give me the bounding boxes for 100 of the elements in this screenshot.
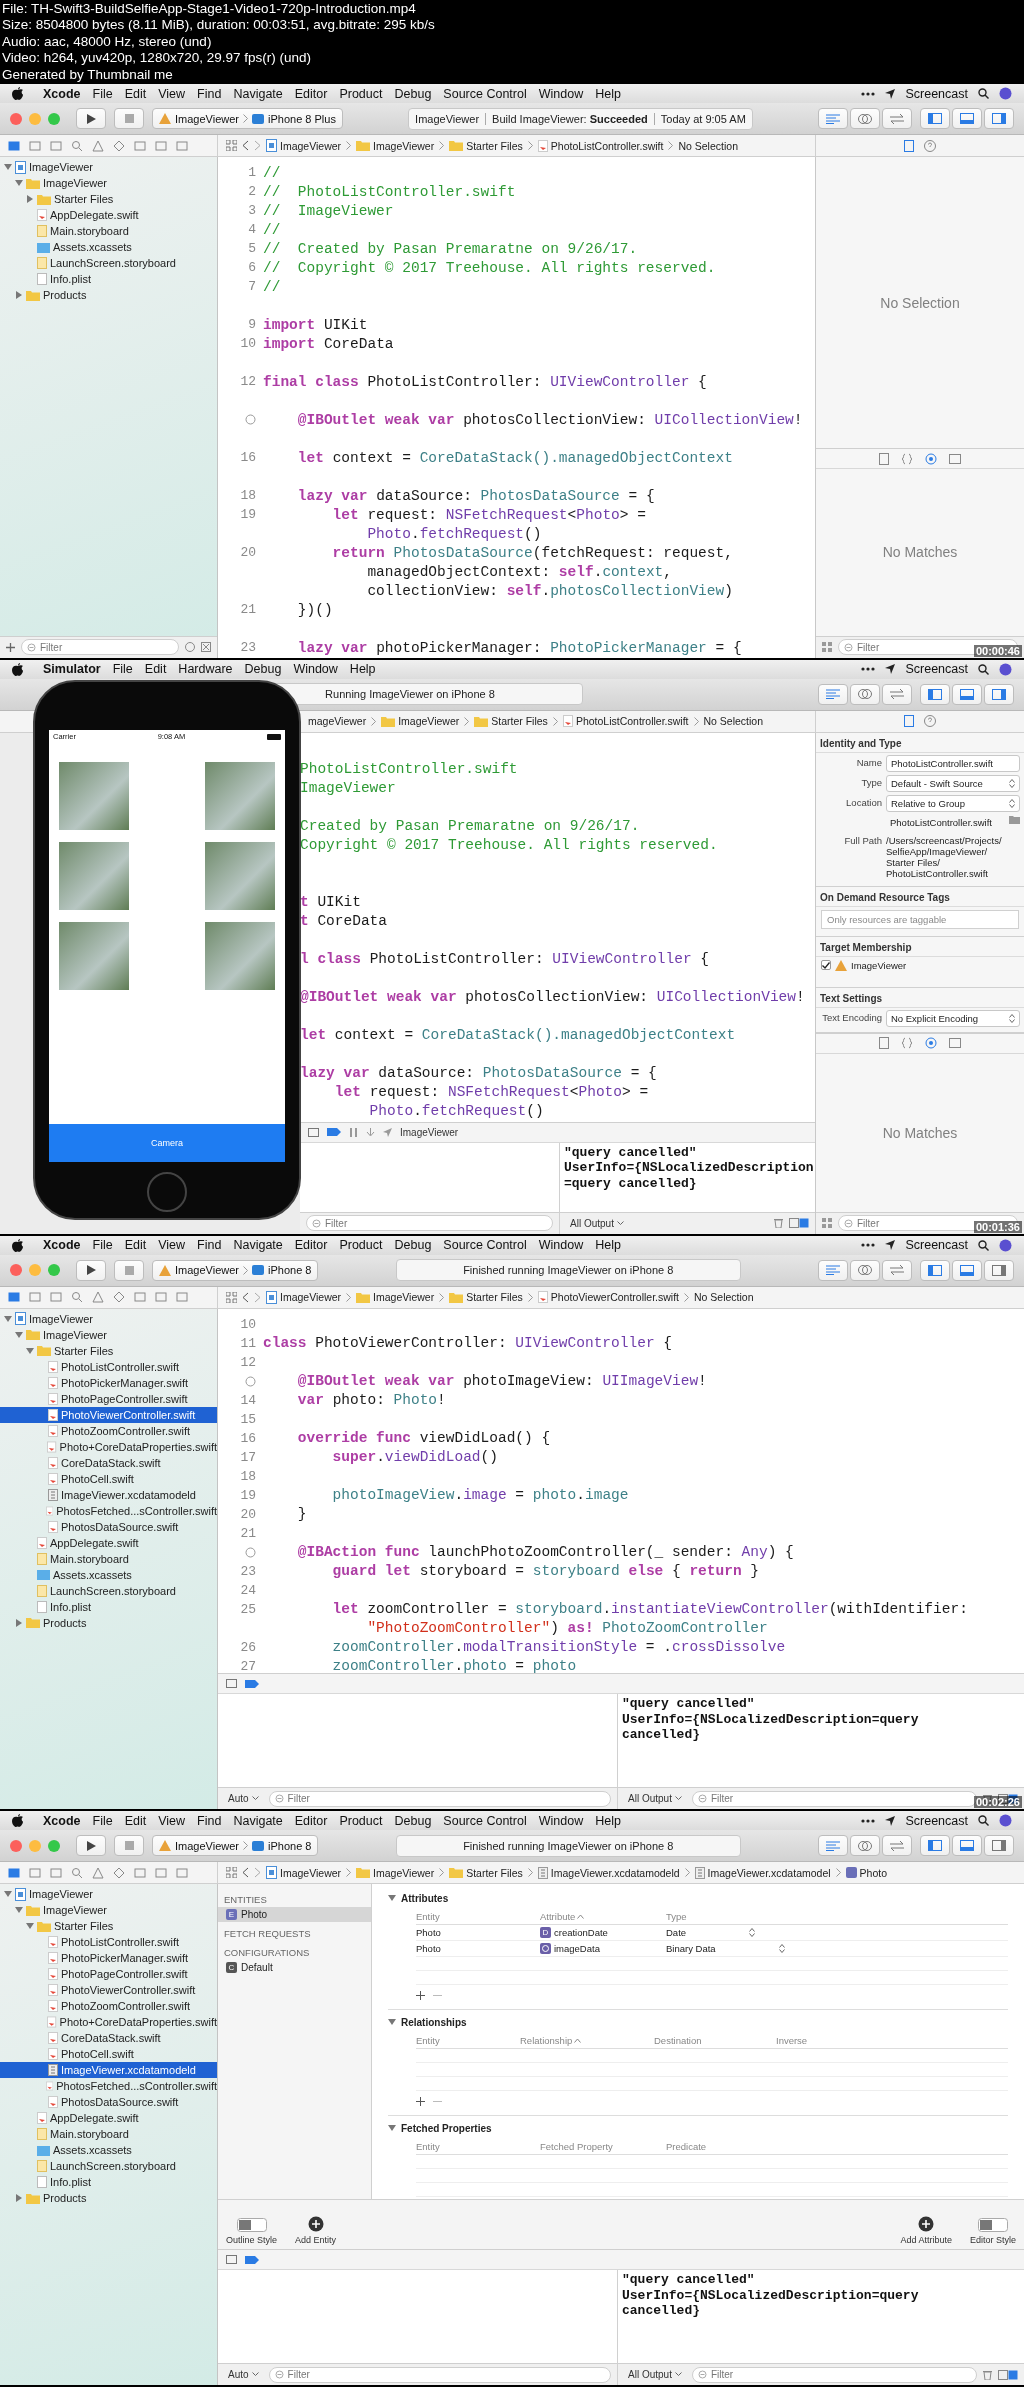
menu-item[interactable]: Product <box>339 86 383 101</box>
output-menu[interactable]: All Output <box>566 1216 628 1230</box>
menu-item[interactable]: Source Control <box>443 86 527 101</box>
menu-item[interactable]: Window <box>538 1238 584 1252</box>
file-tree-item[interactable]: PhotoListController.swift <box>0 1358 217 1375</box>
jump-bar-item[interactable]: Starter Files <box>474 715 548 728</box>
menu-item[interactable]: Window <box>538 1813 584 1828</box>
column-header[interactable]: Fetched Property <box>540 2140 613 2152</box>
filter-field[interactable]: Filter <box>691 2366 977 2383</box>
file-tree-item[interactable]: Photo+CoreDataProperties.swift <box>0 2014 217 2031</box>
camera-button[interactable]: Camera <box>49 1123 285 1162</box>
output-menu[interactable]: All Output <box>624 1792 686 1806</box>
file-tree-item[interactable]: LaunchScreen.storyboard <box>0 1582 217 1599</box>
file-tree-item[interactable]: PhotoPageController.swift <box>0 1390 217 1407</box>
file-tree-item[interactable]: PhotoZoomController.swift <box>0 1422 217 1439</box>
filter-field[interactable]: Filter <box>268 2366 611 2383</box>
file-tree-item[interactable]: PhotoCell.swift <box>0 2046 217 2063</box>
menu-item[interactable]: Screencast <box>905 86 968 101</box>
jump-bar-item[interactable]: Starter Files <box>449 1291 523 1303</box>
file-tree-item[interactable]: ImageViewer <box>0 1902 217 1919</box>
menu-item[interactable]: View <box>158 86 186 101</box>
menu-item[interactable]: Xcode <box>43 1238 81 1252</box>
file-tree-item[interactable]: PhotosDataSource.swift <box>0 1518 217 1535</box>
menu-item[interactable]: Debug <box>244 662 282 677</box>
menu-item[interactable]: Simulator <box>43 662 101 677</box>
menu-item[interactable]: Edit <box>124 1813 147 1828</box>
add-tool-button[interactable]: Add Attribute <box>900 2216 952 2245</box>
menu-item[interactable]: Window <box>538 86 584 101</box>
file-tree-item[interactable]: Starter Files <box>0 1342 217 1359</box>
jump-bar-item[interactable]: Starter Files <box>449 1866 523 1879</box>
file-tree-item[interactable]: CoreDataStack.swift <box>0 2030 217 2047</box>
jump-bar-item[interactable]: mageViewer <box>308 715 367 728</box>
column-header[interactable]: Relationship <box>520 2034 573 2046</box>
menu-item[interactable]: Xcode <box>43 86 81 101</box>
jump-bar-item[interactable]: PhotoListController.swift <box>537 139 664 152</box>
jump-bar-item[interactable]: Photo <box>845 1866 888 1879</box>
entity-item[interactable]: E Photo <box>218 1907 371 1923</box>
popup-menu[interactable]: No Explicit Encoding <box>886 1009 1020 1027</box>
file-tree-item[interactable]: PhotosFetched...sController.swift <box>0 1502 217 1519</box>
file-tree-item[interactable]: Starter Files <box>0 1918 217 1935</box>
menu-item[interactable]: Editor <box>294 1238 328 1252</box>
file-tree-item[interactable]: PhotoCell.swift <box>0 1470 217 1487</box>
filter-field[interactable]: Filter <box>691 1790 977 1807</box>
file-tree-item[interactable]: PhotoPickerManager.swift <box>0 1950 217 1967</box>
menu-item[interactable]: Screencast <box>905 662 968 677</box>
menu-item[interactable]: View <box>158 1238 186 1252</box>
menu-item[interactable]: Debug <box>394 86 432 101</box>
filter-field[interactable]: Filter <box>306 1215 553 1231</box>
file-tree-item[interactable]: Info.plist <box>0 2174 217 2191</box>
scheme-selector[interactable]: ImageViewer iPhone 8 Plus <box>152 108 343 129</box>
jump-bar-item[interactable]: ImageViewer <box>381 715 460 728</box>
menu-item[interactable]: Help <box>595 1813 621 1828</box>
jump-bar-item[interactable]: ImageViewer <box>356 1866 435 1879</box>
menu-item[interactable]: Debug <box>394 1238 432 1252</box>
column-header[interactable]: Destination <box>654 2034 702 2046</box>
entity-item[interactable]: C Default <box>218 1960 371 1976</box>
column-header[interactable]: Entity <box>416 1910 440 1922</box>
file-tree-item[interactable]: Products <box>0 2190 217 2207</box>
menu-item[interactable]: Window <box>293 662 338 677</box>
jump-bar-item[interactable]: ImageViewer <box>266 1866 342 1880</box>
file-tree-item[interactable]: ImageViewer <box>0 159 217 175</box>
jump-bar-item[interactable]: ImageViewer <box>356 139 435 152</box>
menu-item[interactable]: File <box>92 1813 113 1828</box>
file-tree-item[interactable]: PhotoPickerManager.swift <box>0 1374 217 1391</box>
file-tree-item[interactable]: Main.storyboard <box>0 223 217 239</box>
menu-item[interactable]: Edit <box>144 662 167 677</box>
file-tree-item[interactable]: ImageViewer <box>0 1310 217 1327</box>
column-header[interactable]: Entity <box>416 2140 440 2152</box>
menu-item[interactable]: Source Control <box>443 1813 527 1828</box>
menu-item[interactable]: Find <box>197 1813 222 1828</box>
menu-item[interactable]: Editor <box>294 1813 328 1828</box>
file-tree-item[interactable]: PhotoZoomController.swift <box>0 1998 217 2015</box>
menu-item[interactable]: Find <box>197 1238 222 1252</box>
jump-bar-item[interactable]: No Selection <box>703 715 764 728</box>
jump-bar-item[interactable]: ImageViewer.xcdatamodel <box>694 1866 831 1879</box>
file-tree-item[interactable]: ImageViewer.xcdatamodeld <box>0 2062 217 2079</box>
file-tree-item[interactable]: PhotosDataSource.swift <box>0 2094 217 2111</box>
file-tree-item[interactable]: Info.plist <box>0 271 217 287</box>
jump-bar-item[interactable]: ImageViewer <box>266 1290 342 1304</box>
menu-item[interactable]: Product <box>339 1238 383 1252</box>
menu-item[interactable]: Edit <box>124 86 147 101</box>
tags-field[interactable]: Only resources are taggable <box>821 909 1019 929</box>
menu-item[interactable]: Editor <box>294 86 328 101</box>
file-tree-item[interactable]: PhotosFetched...sController.swift <box>0 2078 217 2095</box>
file-tree-item[interactable]: ImageViewer <box>0 1326 217 1343</box>
menu-item[interactable]: Xcode <box>43 1813 81 1828</box>
column-header[interactable]: Predicate <box>666 2140 707 2152</box>
file-tree-item[interactable]: Assets.xcassets <box>0 2142 217 2159</box>
menu-item[interactable]: Source Control <box>443 1238 527 1252</box>
filter-field[interactable]: Filter <box>21 639 179 656</box>
file-tree-item[interactable]: Products <box>0 1614 217 1631</box>
menu-item[interactable]: File <box>92 1238 113 1252</box>
menu-item[interactable]: Edit <box>124 1238 147 1252</box>
file-tree-item[interactable]: PhotoListController.swift <box>0 1934 217 1951</box>
menu-item[interactable]: Navigate <box>233 1238 283 1252</box>
file-tree-item[interactable]: Starter Files <box>0 191 217 207</box>
menu-item[interactable]: File <box>112 662 133 677</box>
style-toggle-button[interactable]: Editor Style <box>969 2218 1016 2245</box>
output-menu[interactable]: All Output <box>624 2368 686 2381</box>
popup-menu[interactable]: Relative to Group <box>886 794 1020 812</box>
